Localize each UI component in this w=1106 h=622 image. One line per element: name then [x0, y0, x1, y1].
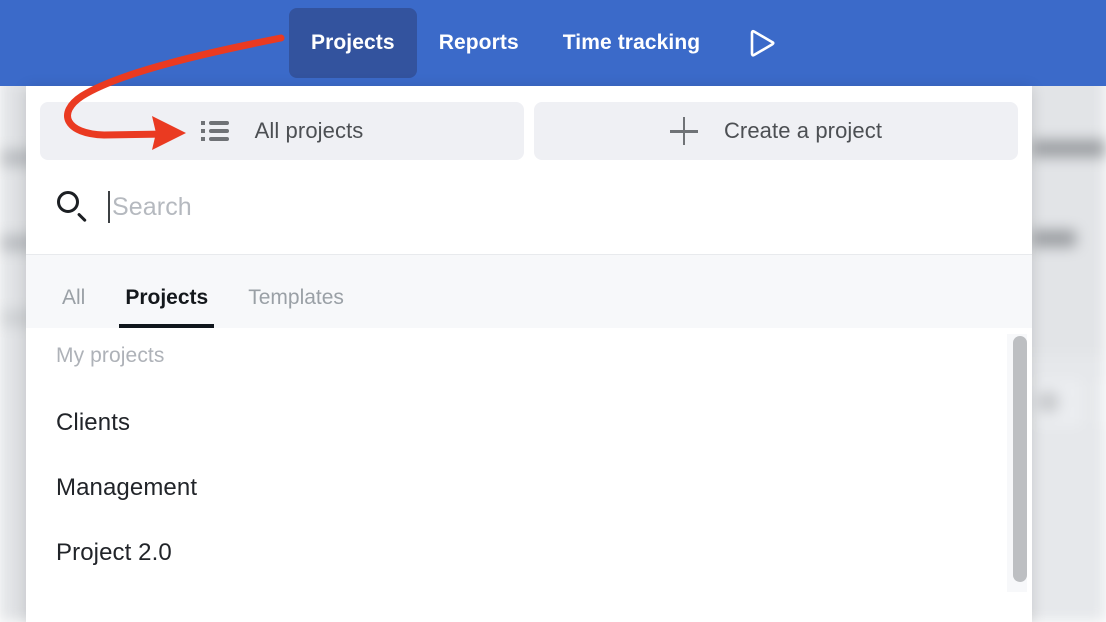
backdrop-text	[1032, 230, 1076, 247]
list-icon	[200, 120, 229, 142]
search-input[interactable]: Search	[108, 185, 1018, 229]
top-navbar: Projects Reports Time tracking	[0, 0, 1106, 86]
backdrop-avatar	[1037, 391, 1059, 413]
backdrop-card	[1094, 376, 1106, 430]
scrollbar-thumb[interactable]	[1013, 336, 1027, 582]
search-icon	[56, 190, 90, 224]
navbar-items: Projects Reports Time tracking	[289, 8, 784, 78]
tab-templates-label: Templates	[248, 286, 344, 309]
search-row: Search	[26, 160, 1032, 254]
modal-action-row: All projects Create a project	[26, 86, 1032, 160]
nav-item-reports-label: Reports	[438, 31, 519, 54]
search-input-placeholder: Search	[112, 192, 192, 221]
project-list: My projects Clients Management Project 2…	[26, 328, 1007, 596]
list-group-title: My projects	[56, 344, 165, 367]
nav-item-time-tracking[interactable]: Time tracking	[541, 8, 722, 78]
all-projects-button[interactable]: All projects	[40, 102, 524, 160]
list-item-label: Management	[56, 474, 198, 501]
list-item-label: Project 2.0	[56, 539, 172, 566]
list-item-label: Clients	[56, 409, 131, 436]
play-triangle-icon[interactable]	[740, 8, 784, 78]
nav-item-projects[interactable]: Projects	[289, 8, 417, 78]
nav-item-reports[interactable]: Reports	[417, 8, 541, 78]
text-caret	[108, 191, 110, 223]
all-projects-button-label: All projects	[254, 118, 364, 143]
list-item[interactable]: Clients	[26, 390, 1007, 455]
project-list-wrapper: My projects Clients Management Project 2…	[26, 328, 1032, 596]
app-root: Projects Reports Time tracking All proje…	[0, 0, 1106, 622]
backdrop-text	[1032, 140, 1106, 157]
create-project-button-label: Create a project	[723, 118, 883, 143]
create-project-button[interactable]: Create a project	[534, 102, 1018, 160]
tab-projects-label: Projects	[125, 286, 209, 309]
plus-icon	[669, 117, 698, 145]
tab-templates[interactable]: Templates	[242, 286, 350, 328]
tab-all-label: All	[62, 286, 86, 309]
projects-picker-modal: All projects Create a project Search All	[26, 86, 1032, 622]
nav-item-time-tracking-label: Time tracking	[562, 31, 701, 54]
nav-item-projects-label: Projects	[311, 31, 395, 54]
tab-projects[interactable]: Projects	[119, 286, 215, 328]
list-item[interactable]: Management	[26, 455, 1007, 520]
modal-tabs: All Projects Templates	[26, 254, 1032, 328]
list-item[interactable]: Project 2.0	[26, 520, 1007, 585]
tab-all[interactable]: All	[56, 286, 91, 328]
